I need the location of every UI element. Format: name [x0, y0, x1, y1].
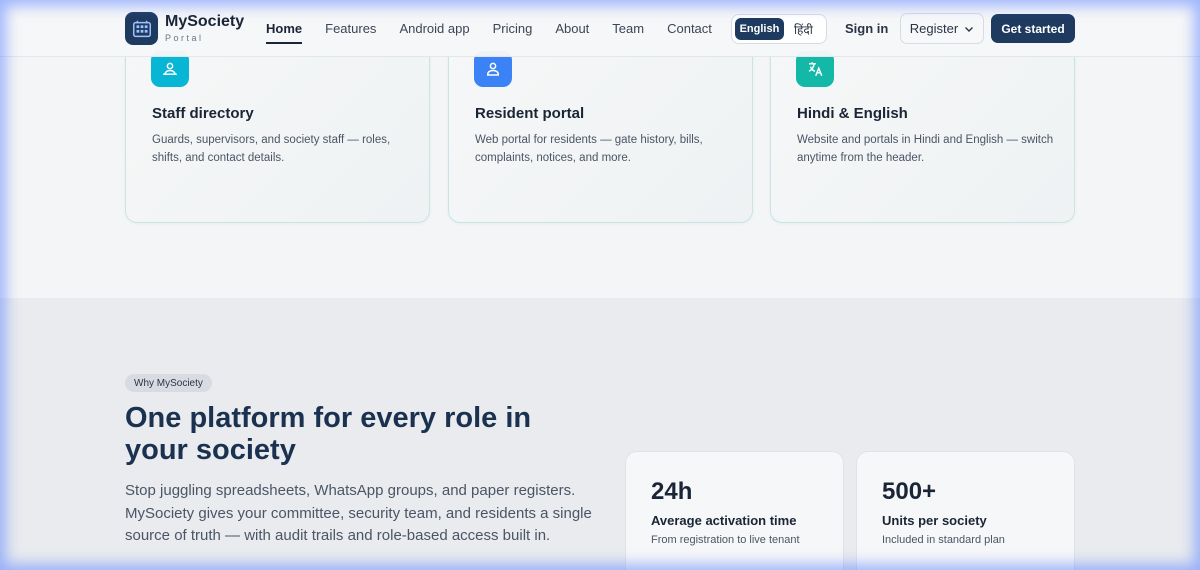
nav-pricing[interactable]: Pricing — [493, 0, 533, 57]
stat-number: 500+ — [882, 478, 937, 505]
site-header: MySociety Portal Home Features Android a… — [0, 0, 1200, 57]
stat-sub: From registration to live tenant — [651, 534, 800, 546]
feature-title: Hindi & English — [797, 105, 908, 122]
feature-title: Resident portal — [475, 105, 585, 122]
feature-card-resident-portal: Resident portal Web portal for residents… — [448, 30, 753, 223]
feature-desc: Guards, supervisors, and society staff —… — [152, 134, 391, 164]
nav-team[interactable]: Team — [612, 0, 644, 57]
stat-label: Average activation time — [651, 513, 797, 528]
section-badge: Why MySociety — [125, 374, 212, 392]
nav-android-app[interactable]: Android app — [399, 0, 469, 57]
feature-card-hindi-english: Hindi & English Website and portals in H… — [770, 30, 1075, 223]
nav-home[interactable]: Home — [266, 0, 303, 57]
lang-english-button[interactable]: English — [735, 18, 784, 40]
language-switch: English हिंदी — [731, 14, 827, 44]
logo[interactable]: MySociety Portal — [125, 12, 244, 45]
section-lead: Stop juggling spreadsheets, WhatsApp gro… — [125, 482, 592, 544]
brand-name: MySociety — [165, 13, 245, 30]
feature-title: Staff directory — [152, 105, 254, 122]
feature-card-staff-directory: Staff directory Guards, supervisors, and… — [125, 30, 430, 223]
get-started-button[interactable]: Get started — [991, 14, 1075, 43]
chevron-down-icon — [965, 26, 974, 32]
brand-sub: Portal — [165, 33, 204, 43]
register-label: Register — [909, 21, 959, 36]
section-headline: One platform for every role in your soci… — [125, 402, 532, 466]
stat-card-units: 500+ Units per society Included in stand… — [856, 451, 1075, 570]
register-dropdown[interactable]: Register — [900, 13, 984, 44]
lang-hindi-button[interactable]: हिंदी — [784, 21, 823, 38]
feature-desc: Website and portals in Hindi and English… — [797, 134, 1054, 164]
building-icon — [125, 12, 158, 45]
stat-label: Units per society — [882, 513, 987, 528]
nav-features[interactable]: Features — [325, 0, 376, 57]
stat-card-activation: 24h Average activation time From registr… — [625, 451, 844, 570]
nav-contact[interactable]: Contact — [667, 0, 712, 57]
sign-in-link[interactable]: Sign in — [845, 21, 888, 36]
main-nav: Home Features Android app Pricing About … — [266, 0, 735, 57]
stat-number: 24h — [651, 478, 693, 505]
feature-desc: Web portal for residents — gate history,… — [475, 134, 703, 164]
why-section: Why MySociety One platform for every rol… — [0, 298, 1200, 570]
nav-about[interactable]: About — [555, 0, 589, 57]
stat-sub: Included in standard plan — [882, 534, 1005, 546]
